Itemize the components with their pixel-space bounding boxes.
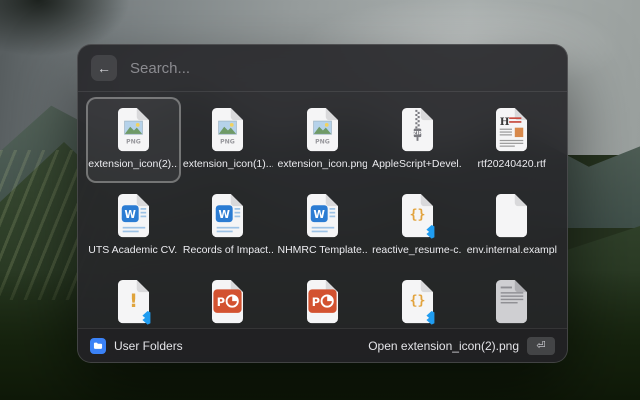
file-item[interactable] [464,269,559,328]
file-item[interactable]: ! [86,269,181,328]
search-bar: ← [78,45,567,92]
file-item[interactable]: PNG extension_icon.png [275,97,370,183]
file-label: NHMRC Template... [277,244,367,256]
code-file-icon: {} [398,192,437,240]
footer-right: Open extension_icon(2).png ⏎ [368,337,555,355]
file-label: Records of Impact... [183,244,273,256]
enter-key-icon: ⏎ [527,337,555,355]
svg-text:W: W [124,208,136,220]
ppt-file-icon: P [208,278,247,326]
svg-text:PNG: PNG [315,138,330,145]
file-item[interactable]: PNG extension_icon(2).... [86,97,181,183]
svg-text:P: P [312,295,320,308]
file-label: reactive_resume-c... [372,244,462,256]
ppt-file-icon: P [303,278,342,326]
file-item[interactable]: {} [370,269,465,328]
graydoc-file-icon [492,278,531,326]
rtf-file-icon: H [492,106,531,154]
file-item[interactable]: env.internal.example [464,183,559,269]
file-label: env.internal.example [467,244,557,256]
file-item[interactable]: W Records of Impact... [181,183,276,269]
word-file-icon: W [114,192,153,240]
png-file-icon: PNG [208,106,247,154]
svg-text:PNG: PNG [126,138,141,145]
svg-text:W: W [313,208,325,220]
file-item[interactable]: H rtf20240420.rtf [464,97,559,183]
file-label: UTS Academic CV... [88,244,178,256]
file-label: AppleScript+Devel... [372,158,462,170]
user-folders-icon [90,338,106,354]
status-bar: User Folders Open extension_icon(2).png … [78,328,567,362]
svg-text:P: P [217,295,225,308]
file-label: extension_icon(1).... [183,158,273,170]
svg-text:{}: {} [409,293,425,308]
file-item[interactable]: PNG extension_icon(1).... [181,97,276,183]
code-file-icon: {} [398,278,437,326]
file-item[interactable]: ZIP AppleScript+Devel... [370,97,465,183]
file-search-window: ← PNG extension_icon(2).... PNG extensio… [77,44,568,363]
svg-text:PNG: PNG [221,138,236,145]
svg-text:ZIP: ZIP [413,130,422,136]
file-label: extension_icon(2).... [88,158,178,170]
back-arrow-icon: ← [97,55,111,81]
file-item[interactable]: W UTS Academic CV... [86,183,181,269]
source-label: User Folders [114,339,183,353]
file-item[interactable]: W NHMRC Template... [275,183,370,269]
file-label: extension_icon.png [277,158,367,170]
svg-text:!: ! [129,291,138,312]
word-file-icon: W [208,192,247,240]
file-label: rtf20240420.rtf [478,158,546,170]
svg-text:{}: {} [409,207,425,222]
warning-file-icon: ! [114,278,153,326]
results-grid: PNG extension_icon(2).... PNG extension_… [78,92,567,328]
svg-text:H: H [500,115,510,127]
svg-text:W: W [219,208,231,220]
png-file-icon: PNG [114,106,153,154]
file-file-icon [492,192,531,240]
search-input[interactable] [128,59,554,78]
footer-left: User Folders [90,338,183,354]
file-item[interactable]: P [181,269,276,328]
png-file-icon: PNG [303,106,342,154]
file-item[interactable]: {} reactive_resume-c... [370,183,465,269]
back-button[interactable]: ← [91,55,117,81]
zip-file-icon: ZIP [398,106,437,154]
file-item[interactable]: P [275,269,370,328]
word-file-icon: W [303,192,342,240]
primary-action-label[interactable]: Open extension_icon(2).png [368,339,519,353]
